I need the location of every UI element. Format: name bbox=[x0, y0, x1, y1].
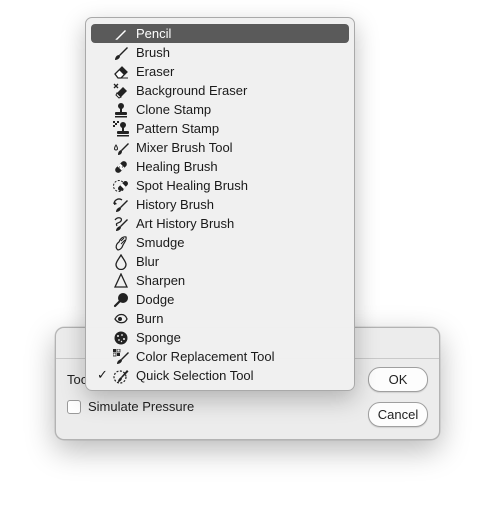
menu-item-sponge[interactable]: Sponge bbox=[91, 328, 349, 347]
menu-item-label: Blur bbox=[136, 254, 160, 269]
menu-item-sharpen[interactable]: Sharpen bbox=[91, 271, 349, 290]
menu-item-spot-healing-brush[interactable]: Spot Healing Brush bbox=[91, 176, 349, 195]
blur-icon bbox=[113, 254, 129, 270]
clone-stamp-icon bbox=[113, 102, 129, 118]
simulate-pressure-label[interactable]: Simulate Pressure bbox=[88, 399, 194, 414]
eraser-icon bbox=[113, 64, 129, 80]
menu-item-blur[interactable]: Blur bbox=[91, 252, 349, 271]
smudge-icon bbox=[113, 235, 129, 251]
menu-item-quick-selection-tool[interactable]: ✓ Quick Selection Tool bbox=[91, 366, 349, 385]
tool-popup-menu: Pencil Brush Eraser Background Eraser Cl… bbox=[85, 17, 355, 391]
menu-item-label: Clone Stamp bbox=[136, 102, 212, 117]
menu-item-label: Pencil bbox=[136, 26, 172, 41]
menu-item-label: Mixer Brush Tool bbox=[136, 140, 233, 155]
ok-button[interactable]: OK bbox=[368, 367, 428, 392]
menu-item-pencil[interactable]: Pencil bbox=[91, 24, 349, 43]
dodge-icon bbox=[113, 292, 129, 308]
pencil-icon bbox=[113, 26, 129, 42]
menu-item-label: Healing Brush bbox=[136, 159, 218, 174]
menu-item-label: History Brush bbox=[136, 197, 215, 212]
cancel-button[interactable]: Cancel bbox=[368, 402, 428, 427]
menu-item-label: Background Eraser bbox=[136, 83, 248, 98]
healing-brush-icon bbox=[113, 159, 129, 175]
menu-item-label: Art History Brush bbox=[136, 216, 235, 231]
menu-item-label: Quick Selection Tool bbox=[136, 368, 254, 383]
spot-healing-brush-icon bbox=[113, 178, 129, 194]
menu-item-eraser[interactable]: Eraser bbox=[91, 62, 349, 81]
menu-item-label: Burn bbox=[136, 311, 164, 326]
menu-item-history-brush[interactable]: History Brush bbox=[91, 195, 349, 214]
brush-icon bbox=[113, 45, 129, 61]
art-history-brush-icon bbox=[113, 216, 129, 232]
menu-item-label: Brush bbox=[136, 45, 170, 60]
color-replacement-icon bbox=[113, 349, 129, 365]
menu-item-brush[interactable]: Brush bbox=[91, 43, 349, 62]
menu-item-dodge[interactable]: Dodge bbox=[91, 290, 349, 309]
menu-item-background-eraser[interactable]: Background Eraser bbox=[91, 81, 349, 100]
menu-item-label: Sponge bbox=[136, 330, 181, 345]
menu-item-burn[interactable]: Burn bbox=[91, 309, 349, 328]
menu-item-label: Color Replacement Tool bbox=[136, 349, 275, 364]
checkmark-icon: ✓ bbox=[97, 367, 108, 382]
sponge-icon bbox=[113, 330, 129, 346]
quick-selection-icon bbox=[113, 368, 129, 384]
menu-item-label: Sharpen bbox=[136, 273, 186, 288]
menu-item-label: Smudge bbox=[136, 235, 185, 250]
background-eraser-icon bbox=[113, 83, 129, 99]
simulate-pressure-checkbox[interactable] bbox=[67, 400, 81, 414]
menu-item-label: Eraser bbox=[136, 64, 175, 79]
menu-item-label: Dodge bbox=[136, 292, 175, 307]
history-brush-icon bbox=[113, 197, 129, 213]
menu-item-clone-stamp[interactable]: Clone Stamp bbox=[91, 100, 349, 119]
menu-item-healing-brush[interactable]: Healing Brush bbox=[91, 157, 349, 176]
pattern-stamp-icon bbox=[113, 121, 129, 137]
menu-item-label: Spot Healing Brush bbox=[136, 178, 249, 193]
mixer-brush-icon bbox=[113, 140, 129, 156]
menu-item-art-history-brush[interactable]: Art History Brush bbox=[91, 214, 349, 233]
menu-item-color-replacement-tool[interactable]: Color Replacement Tool bbox=[91, 347, 349, 366]
burn-icon bbox=[113, 311, 129, 327]
menu-item-label: Pattern Stamp bbox=[136, 121, 220, 136]
menu-item-mixer-brush-tool[interactable]: Mixer Brush Tool bbox=[91, 138, 349, 157]
menu-item-pattern-stamp[interactable]: Pattern Stamp bbox=[91, 119, 349, 138]
sharpen-icon bbox=[113, 273, 129, 289]
menu-item-smudge[interactable]: Smudge bbox=[91, 233, 349, 252]
